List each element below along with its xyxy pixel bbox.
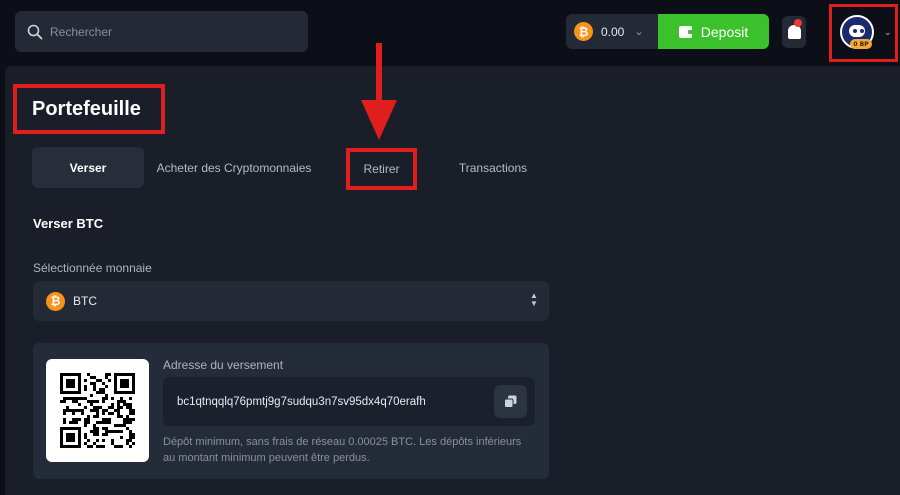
search-icon bbox=[27, 24, 43, 39]
balance-selector[interactable]: ₿ 0.00 ⌄ bbox=[566, 14, 658, 49]
address-field[interactable]: bc1qtnqqlq76pmtj9g7sudqu3n7sv95dx4q70era… bbox=[163, 377, 535, 426]
chevron-down-icon[interactable]: ⌄ bbox=[884, 27, 892, 38]
copy-button[interactable] bbox=[494, 385, 527, 418]
qr-code-pattern bbox=[60, 373, 135, 448]
minimum-deposit-note: Dépôt minimum, sans frais de réseau 0.00… bbox=[163, 436, 522, 464]
bitcoin-icon: ₿ bbox=[574, 22, 593, 41]
bitcoin-icon: ₿ bbox=[46, 291, 65, 311]
tab-verser[interactable]: Verser bbox=[32, 147, 144, 188]
search-bar[interactable] bbox=[15, 11, 308, 52]
qr-code bbox=[46, 359, 149, 462]
deposit-address[interactable]: bc1qtnqqlq76pmtj9g7sudqu3n7sv95dx4q70era… bbox=[177, 396, 426, 408]
chevron-down-icon: ⌄ bbox=[634, 26, 644, 38]
deposit-button[interactable]: Deposit bbox=[658, 14, 769, 49]
page-title-highlight: Portefeuille bbox=[13, 84, 165, 134]
profile-menu-highlight[interactable]: 0 BP ⌄ bbox=[829, 4, 898, 62]
currency-select[interactable]: ₿ BTC ▲ ▼ bbox=[33, 281, 549, 321]
balance-amount: 0.00 bbox=[601, 24, 625, 39]
deposit-label: Deposit bbox=[700, 23, 749, 40]
top-bar: ₿ 0.00 ⌄ Deposit 0 BP ⌄ bbox=[0, 0, 900, 66]
currency-label: Sélectionnée monnaie bbox=[33, 261, 152, 275]
section-title: Verser BTC bbox=[33, 216, 104, 231]
tab-acheter[interactable]: Acheter des Cryptomonnaies bbox=[148, 147, 320, 188]
search-input[interactable] bbox=[50, 24, 290, 39]
address-label: Adresse du versement bbox=[163, 358, 284, 372]
vip-badge: 0 BP bbox=[850, 39, 872, 49]
bell-icon bbox=[787, 25, 801, 39]
currency-name: BTC bbox=[73, 294, 97, 308]
updown-icon: ▲ ▼ bbox=[530, 291, 538, 308]
wallet-icon bbox=[678, 25, 693, 38]
tab-retirer[interactable]: Retirer bbox=[346, 148, 417, 190]
annotation-arrow-head bbox=[361, 100, 397, 140]
notification-dot bbox=[794, 19, 802, 27]
eye-icon bbox=[860, 29, 864, 33]
page-title: Portefeuille bbox=[32, 97, 141, 120]
copy-icon bbox=[504, 395, 517, 408]
annotation-arrow-shaft bbox=[376, 43, 382, 103]
eye-icon bbox=[853, 29, 857, 33]
tab-transactions[interactable]: Transactions bbox=[442, 147, 544, 188]
deposit-address-card: Adresse du versement bc1qtnqqlq76pmtj9g7… bbox=[33, 343, 549, 479]
